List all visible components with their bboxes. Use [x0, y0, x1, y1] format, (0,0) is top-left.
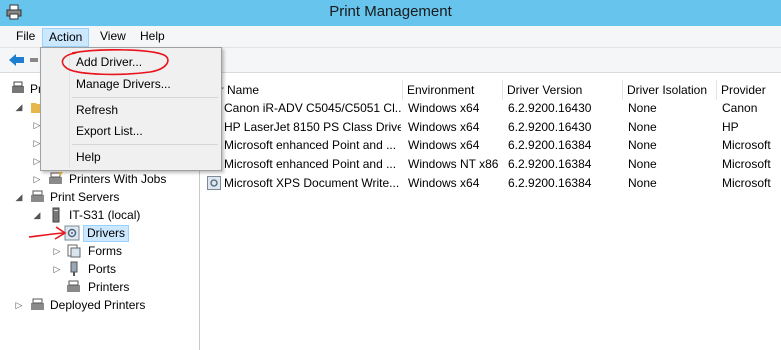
cell-provider: Microsoft	[722, 138, 771, 152]
collapse-icon[interactable]: ◢	[14, 98, 24, 116]
server-label: IT-S31 (local)	[69, 208, 141, 222]
cell-driver-name: Canon iR-ADV C5045/C5051 Cl...	[224, 101, 401, 115]
collapse-icon[interactable]: ◢	[14, 188, 24, 206]
forms-icon	[67, 244, 81, 258]
tree-drivers[interactable]: Drivers	[64, 224, 164, 242]
expand-icon[interactable]: ▷	[14, 296, 24, 314]
collapse-icon[interactable]: ◢	[32, 206, 42, 224]
cell-driver-version: 6.2.9200.16384	[508, 138, 592, 152]
drivers-list: ver Name Environment Driver Version Driv…	[203, 74, 781, 350]
cell-driver-name: Microsoft enhanced Point and ...	[224, 138, 397, 152]
cell-driver-version: 6.2.9200.16384	[508, 157, 592, 171]
expand-icon[interactable]: ▷	[52, 242, 62, 260]
forms-label: Forms	[88, 244, 122, 258]
window-title: Print Management	[329, 3, 452, 20]
cell-driver-isolation: None	[628, 176, 657, 190]
cell-driver-name: Microsoft XPS Document Write...	[224, 176, 400, 190]
print-management-icon	[12, 81, 24, 93]
tree-forms[interactable]: ▷ Forms	[52, 242, 172, 260]
cell-driver-version: 6.2.9200.16430	[508, 101, 592, 115]
cell-provider: Microsoft	[722, 157, 771, 171]
column-header-environment[interactable]: Environment	[403, 80, 503, 100]
cell-driver-version: 6.2.9200.16430	[508, 120, 592, 134]
ports-label: Ports	[88, 262, 117, 276]
printer-filter-icon	[49, 172, 63, 184]
menu-add-driver[interactable]: Add Driver...	[70, 52, 220, 72]
menu-action[interactable]: Action	[42, 28, 90, 47]
column-header-driver-name[interactable]: ver Name	[203, 80, 403, 100]
cell-provider: Microsoft	[722, 176, 771, 190]
menu-manage-drivers[interactable]: Manage Drivers...	[70, 74, 220, 94]
action-menu: Add Driver... Manage Drivers... Refresh …	[40, 47, 222, 171]
column-header-provider[interactable]: Provider	[717, 80, 781, 100]
cell-driver-isolation: None	[628, 138, 657, 152]
print-servers-icon	[31, 190, 44, 202]
drivers-icon	[64, 225, 80, 241]
title-bar: Print Management	[0, 0, 781, 26]
tree-deployed-printers[interactable]: ▷ Deployed Printers	[14, 296, 194, 314]
tree-server[interactable]: ◢ IT-S31 (local)	[32, 206, 197, 224]
driver-icon	[207, 176, 221, 190]
server-icon	[52, 207, 60, 223]
menu-view[interactable]: View	[94, 28, 132, 47]
menu-refresh[interactable]: Refresh	[70, 100, 220, 120]
menu-help[interactable]: Help	[134, 28, 171, 47]
menu-export-list[interactable]: Export List...	[70, 121, 220, 141]
printers-icon	[67, 280, 80, 292]
ports-icon	[70, 261, 78, 276]
cell-environment: Windows x64	[408, 101, 480, 115]
drivers-label: Drivers	[83, 225, 129, 242]
back-arrow-icon[interactable]	[8, 52, 26, 68]
forward-arrow-icon[interactable]	[30, 52, 40, 68]
tree-printers[interactable]: Printers	[66, 278, 176, 296]
tree-print-servers[interactable]: ◢ Print Servers	[14, 188, 194, 206]
deployed-printers-label: Deployed Printers	[50, 298, 146, 312]
cell-driver-name: Microsoft enhanced Point and ...	[224, 157, 397, 171]
menu-separator	[72, 97, 218, 98]
printers-with-jobs-label: Printers With Jobs	[69, 172, 167, 186]
print-servers-label: Print Servers	[50, 190, 120, 204]
menu-separator	[72, 144, 218, 145]
menu-help-item[interactable]: Help	[70, 147, 220, 167]
cell-driver-isolation: None	[628, 120, 657, 134]
cell-driver-name: HP LaserJet 8150 PS Class Driver	[224, 120, 401, 134]
menu-file[interactable]: File	[10, 28, 41, 47]
expand-icon[interactable]: ▷	[32, 170, 42, 188]
cell-environment: Windows x64	[408, 138, 480, 152]
cell-environment: Windows NT x86	[408, 157, 499, 171]
tree-printers-with-jobs[interactable]: ▷ Printers With Jobs	[32, 170, 197, 188]
cell-provider: Canon	[722, 101, 758, 115]
expand-icon[interactable]: ▷	[52, 260, 62, 278]
column-header-driver-version[interactable]: Driver Version	[503, 80, 623, 100]
cell-driver-isolation: None	[628, 157, 657, 171]
column-header-driver-isolation[interactable]: Driver Isolation	[623, 80, 717, 100]
printers-label: Printers	[88, 280, 130, 294]
cell-provider: HP	[722, 120, 739, 134]
menu-bar: File Action View Help	[0, 26, 781, 48]
cell-driver-isolation: None	[628, 101, 657, 115]
cell-environment: Windows x64	[408, 176, 480, 190]
deployed-printers-icon	[31, 298, 44, 310]
tree-ports[interactable]: ▷ Ports	[52, 260, 172, 278]
cell-driver-version: 6.2.9200.16384	[508, 176, 592, 190]
cell-environment: Windows x64	[408, 120, 480, 134]
